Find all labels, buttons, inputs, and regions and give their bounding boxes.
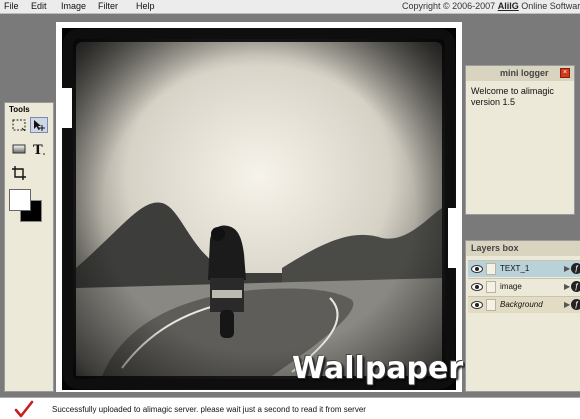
- crop-tool-icon: [12, 166, 26, 180]
- eye-icon[interactable]: [471, 264, 483, 274]
- layer-thumbnail: [486, 263, 496, 275]
- gradient-tool[interactable]: [10, 141, 28, 157]
- crop-tool[interactable]: [10, 165, 28, 181]
- menu-file[interactable]: File: [4, 1, 19, 11]
- menu-help[interactable]: Help: [136, 1, 155, 11]
- layers-box-panel: Layers box TEXT_1 ▶ ƒ image ▶ ƒ Backgrou…: [465, 240, 580, 392]
- text-tool[interactable]: T: [30, 141, 48, 157]
- layer-options-icon[interactable]: ƒ: [571, 263, 580, 274]
- layer-thumbnail: [486, 299, 496, 311]
- marquee-select-tool[interactable]: [10, 117, 28, 133]
- layer-thumbnail: [486, 281, 496, 293]
- copyright-suffix: Online Software. A: [521, 1, 580, 11]
- logger-message: Welcome to alimagic version 1.5: [471, 86, 554, 107]
- layer-expand-arrow-icon[interactable]: ▶: [564, 282, 570, 291]
- tools-panel: Tools T: [4, 102, 54, 392]
- layer-options-icon[interactable]: ƒ: [571, 281, 580, 292]
- menu-image[interactable]: Image: [61, 1, 86, 11]
- tools-title: Tools: [9, 105, 30, 114]
- checkmark-icon: [14, 400, 34, 418]
- wallpaper-photo: [62, 28, 456, 390]
- wallpaper-overlay-text[interactable]: Wallpaper: [292, 351, 463, 386]
- text-tool-icon: T: [33, 143, 45, 156]
- layer-expand-arrow-icon[interactable]: ▶: [564, 300, 570, 309]
- status-bar: Successfully uploaded to alimagic server…: [0, 397, 580, 419]
- layers-box-title: Layers box: [466, 241, 580, 256]
- mini-logger-title: mini logger: [466, 66, 574, 81]
- layer-row-image[interactable]: image ▶ ƒ: [468, 278, 580, 295]
- color-swatches: [9, 189, 43, 223]
- eye-icon[interactable]: [471, 300, 483, 310]
- copyright-prefix: Copyright © 2006-2007: [402, 1, 496, 11]
- layer-options-icon[interactable]: ƒ: [571, 299, 580, 310]
- layer-row-background[interactable]: Background ▶ ƒ: [468, 296, 580, 313]
- copyright-notice: Copyright © 2006-2007 AlilG Online Softw…: [402, 1, 580, 11]
- move-tool[interactable]: [30, 117, 48, 133]
- status-message: Successfully uploaded to alimagic server…: [52, 405, 366, 414]
- menu-filter[interactable]: Filter: [98, 1, 118, 11]
- move-tool-icon: [34, 119, 45, 131]
- menu-edit[interactable]: Edit: [31, 1, 47, 11]
- mini-logger-panel: mini logger × Welcome to alimagic versio…: [465, 65, 575, 215]
- foreground-color-swatch[interactable]: [9, 189, 31, 211]
- logger-close-icon[interactable]: ×: [560, 68, 570, 78]
- layer-row-text-1[interactable]: TEXT_1 ▶ ƒ: [468, 260, 580, 277]
- copyright-brand-link[interactable]: AlilG: [498, 1, 519, 11]
- eye-icon[interactable]: [471, 282, 483, 292]
- layer-name: Background: [500, 300, 543, 309]
- layer-name: TEXT_1: [500, 264, 530, 273]
- gradient-rect-icon: [12, 144, 26, 154]
- layer-expand-arrow-icon[interactable]: ▶: [564, 264, 570, 273]
- marquee-select-icon: [12, 119, 26, 131]
- menu-bar: File Edit Image Filter Help Copyright © …: [0, 0, 580, 14]
- layer-name: image: [500, 282, 522, 291]
- svg-text:T: T: [33, 143, 43, 156]
